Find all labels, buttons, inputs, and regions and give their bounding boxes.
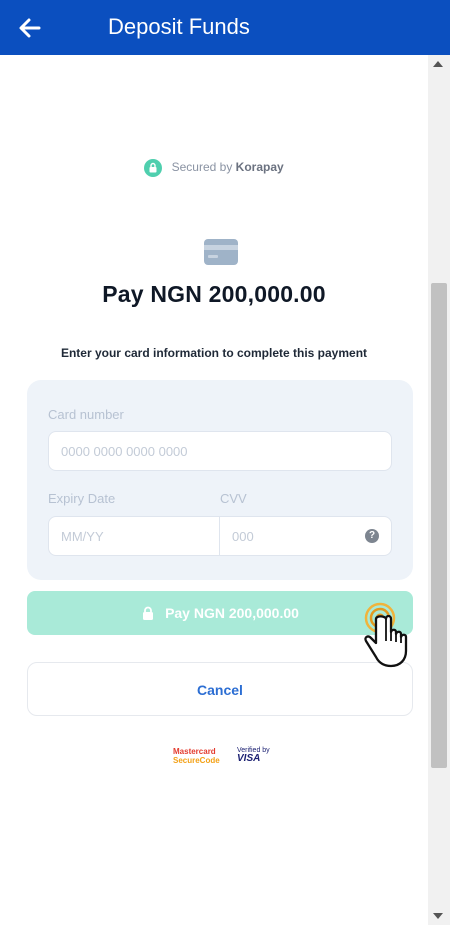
mastercard-line2: SecureCode — [173, 756, 220, 765]
expiry-date-label: Expiry Date — [48, 491, 116, 506]
vertical-scrollbar[interactable] — [428, 55, 450, 925]
hand-pointer-cursor-icon — [360, 601, 412, 673]
verified-by-visa-badge: Verified by VISA — [237, 747, 270, 764]
cvv-placeholder: 000 — [232, 528, 254, 544]
arrow-left-icon — [19, 18, 41, 38]
lock-icon — [144, 159, 163, 177]
lock-icon — [141, 593, 155, 620]
expiry-placeholder: MM/YY — [61, 528, 104, 544]
payment-panel: Secured by Korapay Pay NGN 200,000.00 En… — [0, 55, 428, 925]
mastercard-line1: Mastercard — [173, 747, 216, 756]
card-number-input[interactable]: 0000 0000 0000 0000 — [48, 431, 392, 471]
pay-button[interactable]: Pay NGN 200,000.00 — [27, 591, 413, 635]
scroll-thumb[interactable] — [431, 283, 447, 768]
credit-card-icon — [204, 239, 238, 265]
cvv-input[interactable]: 000 ? — [219, 516, 392, 556]
expiry-date-input[interactable]: MM/YY — [48, 516, 220, 556]
secured-by-row: Secured by Korapay — [0, 159, 428, 177]
mastercard-securecode-badge: Mastercard SecureCode — [173, 747, 220, 765]
pay-button-label: Pay NGN 200,000.00 — [165, 605, 299, 621]
scroll-up-arrow-icon[interactable] — [433, 61, 443, 67]
app-header: Deposit Funds — [0, 0, 450, 55]
card-number-label: Card number — [48, 407, 124, 422]
page-title: Deposit Funds — [108, 14, 250, 39]
payment-instruction: Enter your card information to complete … — [60, 346, 368, 360]
scroll-down-arrow-icon[interactable] — [433, 913, 443, 919]
cancel-button[interactable]: Cancel — [27, 662, 413, 716]
visa-line2: VISA — [237, 753, 261, 764]
payment-amount-title: Pay NGN 200,000.00 — [102, 281, 326, 307]
secured-brand: Korapay — [235, 160, 284, 175]
card-form: Card number 0000 0000 0000 0000 Expiry D… — [27, 380, 413, 580]
cvv-label: CVV — [220, 491, 247, 506]
help-icon[interactable]: ? — [365, 529, 379, 543]
secured-prefix: Secured by — [171, 160, 233, 175]
card-number-placeholder: 0000 0000 0000 0000 — [61, 443, 188, 459]
back-button[interactable] — [16, 14, 44, 42]
